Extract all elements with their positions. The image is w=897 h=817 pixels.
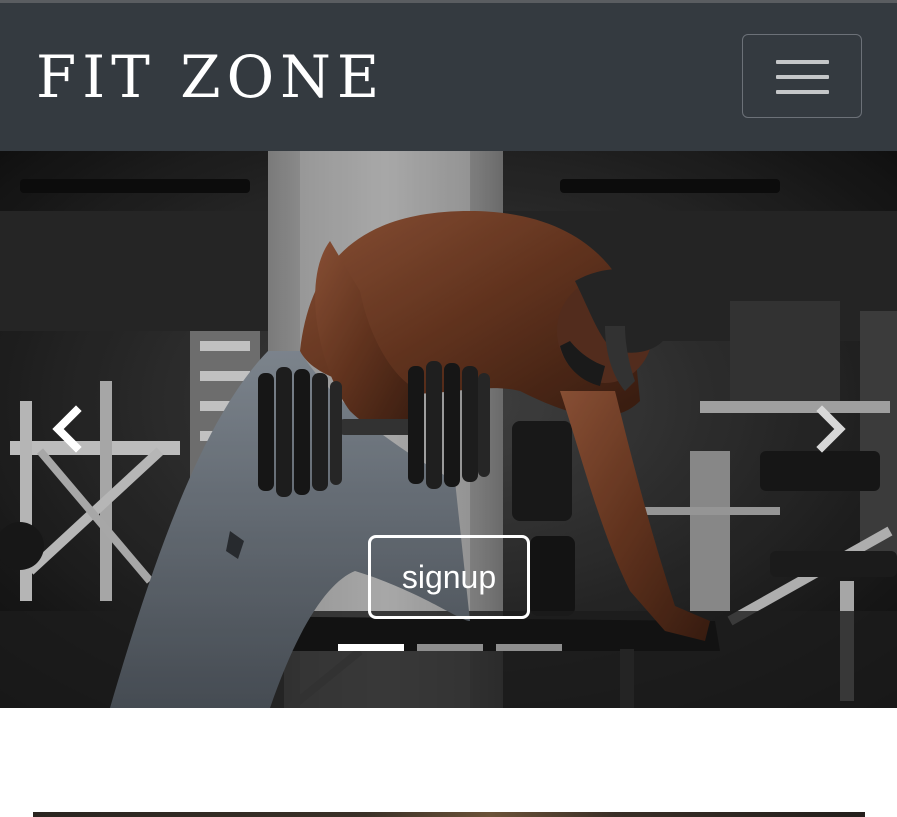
hero-slide-image: [0, 151, 897, 708]
content-section: [0, 708, 897, 817]
brand-logo[interactable]: FIT ZONE: [36, 45, 385, 109]
carousel-prev-control[interactable]: [42, 399, 92, 459]
navbar: FIT ZONE: [0, 3, 897, 151]
carousel-indicator-3[interactable]: [496, 644, 562, 651]
carousel-indicator-1[interactable]: [338, 644, 404, 651]
hero-carousel: signup: [0, 151, 897, 708]
next-section-image-edge: [33, 812, 865, 817]
navbar-toggler-button[interactable]: [742, 34, 862, 118]
carousel-indicators: [338, 644, 562, 654]
chevron-right-icon: [816, 405, 846, 453]
carousel-indicator-2[interactable]: [417, 644, 483, 651]
chevron-left-icon: [52, 405, 82, 453]
carousel-next-control[interactable]: [806, 399, 856, 459]
signup-button[interactable]: signup: [368, 535, 530, 619]
